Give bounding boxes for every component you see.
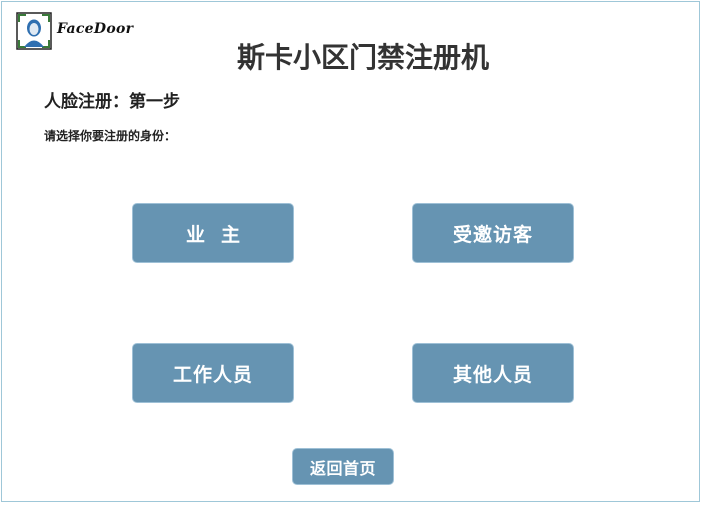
owner-button[interactable]: 业主 <box>133 204 293 262</box>
staff-button[interactable]: 工作人员 <box>133 344 293 402</box>
invited-visitor-button[interactable]: 受邀访客 <box>413 204 573 262</box>
app-window: FaceDoor 斯卡小区门禁注册机 人脸注册：第一步 请选择你要注册的身份： … <box>1 1 700 502</box>
brand-name: FaceDoor <box>57 21 134 37</box>
other-person-button[interactable]: 其他人员 <box>413 344 573 402</box>
step-label: 人脸注册：第一步 <box>44 92 180 112</box>
identity-prompt: 请选择你要注册的身份： <box>44 129 177 143</box>
page-title: 斯卡小区门禁注册机 <box>236 41 489 74</box>
back-to-home-button[interactable]: 返回首页 <box>293 449 393 484</box>
